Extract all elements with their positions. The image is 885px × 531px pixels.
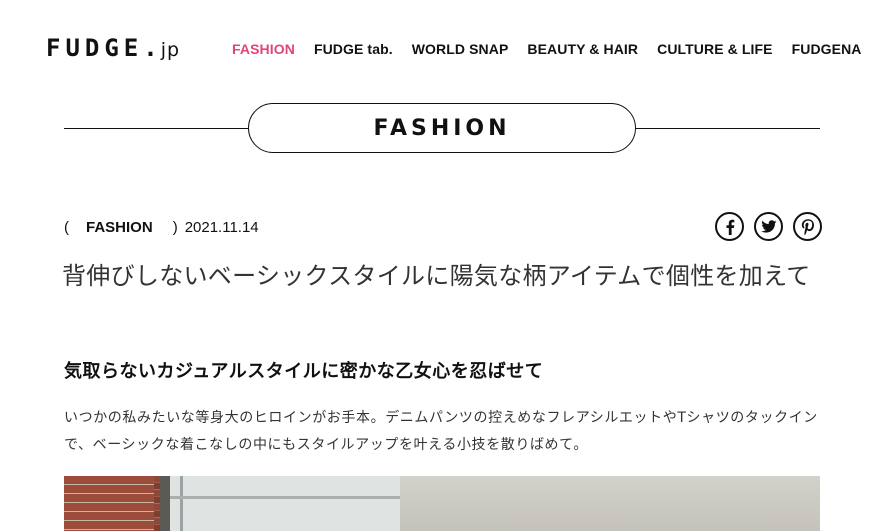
article-photo: [64, 476, 820, 531]
nav-item-beauty-hair[interactable]: BEAUTY & HAIR: [527, 41, 638, 57]
site-header: FUDGE. jp FASHION FUDGE tab. WORLD SNAP …: [0, 0, 885, 100]
nav-item-fudgena[interactable]: FUDGENA: [792, 41, 862, 57]
nav-item-culture-life[interactable]: CULTURE & LIFE: [657, 41, 772, 57]
nav-item-fudge-tab[interactable]: FUDGE tab.: [314, 41, 393, 57]
nav-item-world-snap[interactable]: WORLD SNAP: [412, 41, 509, 57]
photo-left-panel: [64, 476, 400, 531]
photo-window-frame: [160, 476, 170, 531]
site-logo[interactable]: FUDGE. jp: [46, 34, 180, 64]
banner-divider-left: [64, 128, 249, 129]
logo-sub-text: jp: [160, 39, 181, 61]
category-paren-open: (: [64, 218, 69, 236]
article-date: 2021.11.14: [184, 218, 259, 236]
article-category-link[interactable]: FASHION: [86, 219, 153, 236]
share-buttons: [705, 212, 822, 241]
logo-main-text: FUDGE.: [46, 34, 163, 62]
article-meta: ( FASHION ) 2021.11.14: [64, 217, 259, 237]
section-banner: FASHION: [64, 103, 820, 153]
photo-right-panel: [399, 476, 820, 531]
facebook-icon[interactable]: [715, 212, 744, 241]
category-paren-close: ): [172, 218, 178, 236]
main-nav: FASHION FUDGE tab. WORLD SNAP BEAUTY & H…: [232, 41, 881, 57]
article-lead: いつかの私みたいな等身大のヒロインがお手本。デニムパンツの控えめなフレアシルエッ…: [64, 410, 818, 453]
pinterest-icon[interactable]: [793, 212, 822, 241]
section-title: FASHION: [373, 115, 511, 141]
article-subtitle: 気取らないカジュアルスタイルに密かな乙女心を忍ばせて: [64, 361, 544, 382]
nav-item-fashion[interactable]: FASHION: [232, 41, 295, 57]
photo-window: [160, 476, 400, 531]
photo-brick-wall: [64, 476, 154, 531]
twitter-icon[interactable]: [754, 212, 783, 241]
article-title: 背伸びしないベーシックスタイルに陽気な柄アイテムで個性を加えて: [62, 262, 811, 290]
section-title-pill: FASHION: [248, 103, 636, 153]
banner-divider-right: [635, 128, 820, 129]
